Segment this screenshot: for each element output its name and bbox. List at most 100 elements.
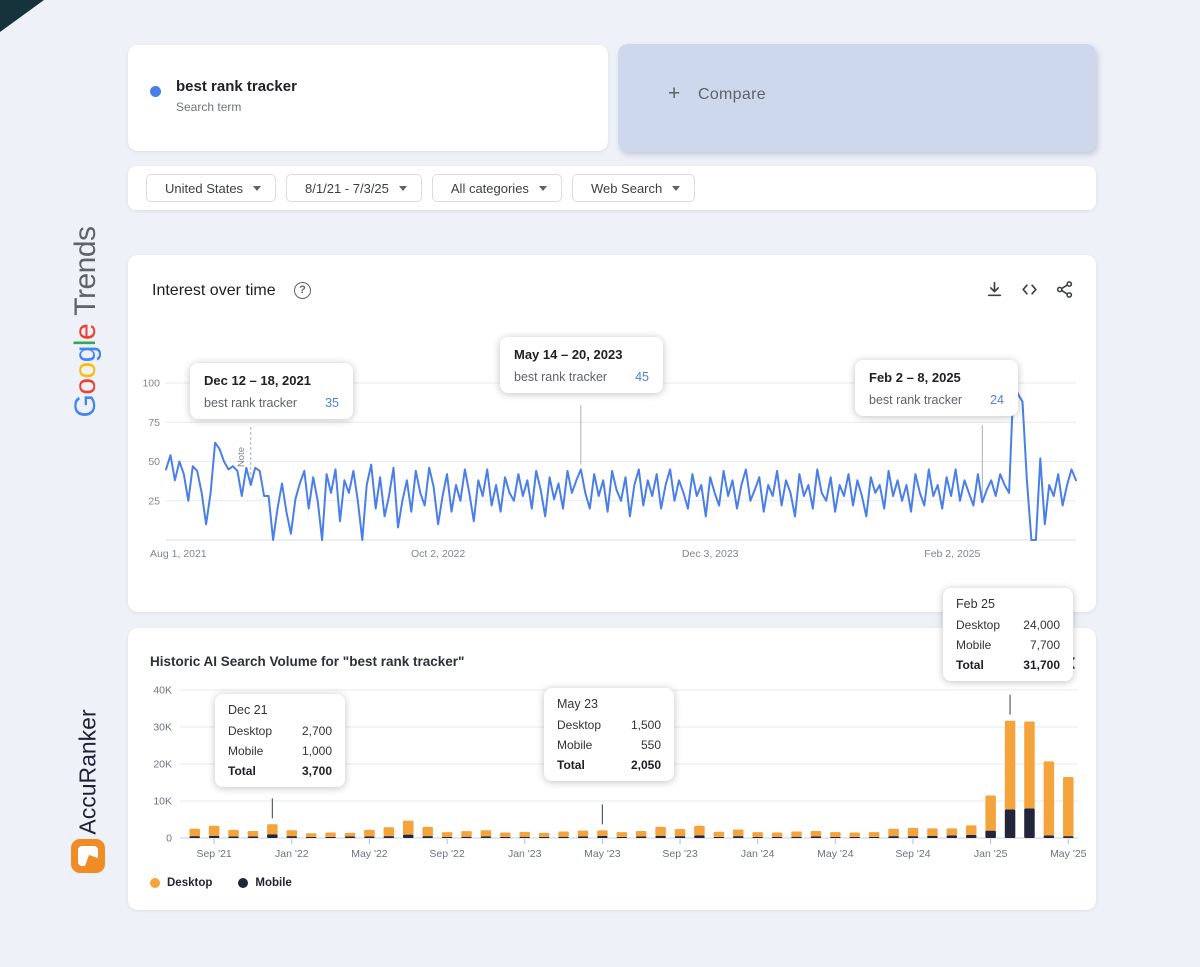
tooltip-row-value: 2,700 <box>302 724 332 738</box>
volume-tooltip-dec-21: Dec 21 Desktop 2,700 Mobile 1,000 Total 3,7… <box>215 694 345 787</box>
svg-text:10K: 10K <box>153 796 172 808</box>
chevron-down-icon <box>253 186 261 191</box>
filter-daterange-dropdown[interactable]: 8/1/21 - 7/3/25 <box>286 174 422 202</box>
google-logo-text: Google <box>69 324 102 418</box>
interest-over-time-card: Interest over time ? 25 50 75 100 Aug 1, 202… <box>128 255 1096 612</box>
chevron-down-icon <box>672 186 680 191</box>
tooltip-term: best rank tracker <box>514 370 607 384</box>
tooltip-date: May 23 <box>557 697 661 711</box>
legend-label: Desktop <box>167 877 212 889</box>
volume-tooltip-may-23: May 23 Desktop 1,500 Mobile 550 Total 2,050 <box>544 688 674 781</box>
filter-country-label: United States <box>165 181 243 196</box>
legend-item-mobile[interactable]: Mobile <box>238 877 291 889</box>
svg-text:Sep '24: Sep '24 <box>895 848 930 860</box>
corner-decoration <box>0 0 44 32</box>
tooltip-row-value: 550 <box>641 738 661 752</box>
tooltip-row-label: Desktop <box>557 718 601 732</box>
volume-tooltip-feb-25: Feb 25 Desktop24,000 Mobile7,700 Total31… <box>943 588 1073 681</box>
tooltip-row-value: 31,700 <box>1023 658 1060 672</box>
tooltip-row-label: Mobile <box>956 638 991 652</box>
google-trends-watermark: Google Trends <box>69 226 103 417</box>
svg-text:Sep '22: Sep '22 <box>429 848 464 860</box>
tooltip-date: Dec 21 <box>228 703 332 717</box>
desktop-color-dot <box>150 878 160 888</box>
tooltip-row-value: 2,050 <box>631 758 661 772</box>
svg-text:25: 25 <box>148 495 160 507</box>
tooltip-row-label: Total <box>557 758 585 772</box>
filter-category-dropdown[interactable]: All categories <box>432 174 562 202</box>
svg-text:May '25: May '25 <box>1050 848 1087 860</box>
svg-text:Note: Note <box>236 447 247 467</box>
compare-label: Compare <box>698 86 766 104</box>
svg-text:Jan '25: Jan '25 <box>974 848 1008 860</box>
plus-icon: + <box>668 82 680 106</box>
filter-category-label: All categories <box>451 181 529 196</box>
tooltip-row-value: 1,500 <box>631 718 661 732</box>
search-term-text: best rank tracker <box>176 78 297 95</box>
share-icon[interactable] <box>1055 280 1074 299</box>
tooltip-row-label: Mobile <box>557 738 592 752</box>
page: Google Trends AccuRanker best rank tracke… <box>0 0 1200 967</box>
svg-text:0: 0 <box>166 833 172 845</box>
filters-bar: United States 8/1/21 - 7/3/25 All catego… <box>128 166 1096 210</box>
tooltip-date: Feb 2 – 8, 2025 <box>869 370 1004 385</box>
svg-text:Aug 1, 2021: Aug 1, 2021 <box>150 548 207 560</box>
chevron-down-icon <box>539 186 547 191</box>
tooltip-value: 35 <box>325 396 339 410</box>
chevron-down-icon <box>399 186 407 191</box>
tooltip-term: best rank tracker <box>869 393 962 407</box>
search-volume-title: Historic AI Search Volume for "best rank… <box>150 654 464 669</box>
help-icon[interactable]: ? <box>294 282 311 299</box>
trends-tooltip-dec-2021: Dec 12 – 18, 2021 best rank tracker35 <box>190 363 353 419</box>
embed-code-icon[interactable] <box>1020 280 1039 299</box>
tooltip-date: Dec 12 – 18, 2021 <box>204 373 339 388</box>
search-term-card[interactable]: best rank tracker Search term <box>128 45 608 151</box>
svg-text:75: 75 <box>148 417 160 429</box>
tooltip-row-label: Desktop <box>228 724 272 738</box>
trends-logo-text: Trends <box>69 226 102 315</box>
svg-text:May '22: May '22 <box>351 848 388 860</box>
tooltip-date: Feb 25 <box>956 597 1060 611</box>
search-term-subtitle: Search term <box>176 100 241 114</box>
compare-button[interactable]: + Compare <box>618 44 1096 152</box>
accuranker-watermark: AccuRanker <box>75 709 102 834</box>
tooltip-row-value: 7,700 <box>1030 638 1060 652</box>
trends-tooltip-may-2023: May 14 – 20, 2023 best rank tracker 45 <box>500 337 663 393</box>
svg-text:Jan '22: Jan '22 <box>275 848 309 860</box>
filter-country-dropdown[interactable]: United States <box>146 174 276 202</box>
svg-text:Feb 2, 2025: Feb 2, 2025 <box>924 548 980 560</box>
trends-tooltip-feb-2025: Feb 2 – 8, 2025 best rank tracker 24 <box>855 360 1018 416</box>
svg-text:May '23: May '23 <box>584 848 621 860</box>
tooltip-row-value: 1,000 <box>302 744 332 758</box>
filter-searchtype-dropdown[interactable]: Web Search <box>572 174 695 202</box>
mobile-color-dot <box>238 878 248 888</box>
legend-item-desktop[interactable]: Desktop <box>150 877 212 889</box>
accuranker-logo-icon <box>70 838 106 879</box>
download-icon[interactable] <box>985 280 1004 299</box>
legend-label: Mobile <box>255 877 291 889</box>
svg-text:40K: 40K <box>153 685 172 697</box>
svg-text:20K: 20K <box>153 759 172 771</box>
svg-text:100: 100 <box>142 378 160 390</box>
svg-text:Sep '23: Sep '23 <box>662 848 697 860</box>
tooltip-value: 24 <box>990 393 1004 407</box>
tooltip-row-label: Total <box>956 658 984 672</box>
filter-searchtype-label: Web Search <box>591 181 662 196</box>
interest-over-time-title: Interest over time <box>152 282 276 300</box>
tooltip-row-label: Total <box>228 764 256 778</box>
tooltip-date: May 14 – 20, 2023 <box>514 347 649 362</box>
series-color-dot <box>150 86 161 97</box>
svg-text:Jan '23: Jan '23 <box>508 848 542 860</box>
tooltip-value: 45 <box>635 370 649 384</box>
chart-legend: Desktop Mobile <box>150 877 292 889</box>
svg-text:50: 50 <box>148 456 160 468</box>
svg-text:May '24: May '24 <box>817 848 854 860</box>
tooltip-row-label: Mobile <box>228 744 263 758</box>
svg-text:30K: 30K <box>153 722 172 734</box>
svg-text:Oct 2, 2022: Oct 2, 2022 <box>411 548 465 560</box>
tooltip-row-value: 24,000 <box>1023 618 1060 632</box>
filter-daterange-label: 8/1/21 - 7/3/25 <box>305 181 389 196</box>
svg-text:Jan '24: Jan '24 <box>741 848 775 860</box>
svg-text:Sep '21: Sep '21 <box>196 848 231 860</box>
tooltip-row-value: 3,700 <box>302 764 332 778</box>
